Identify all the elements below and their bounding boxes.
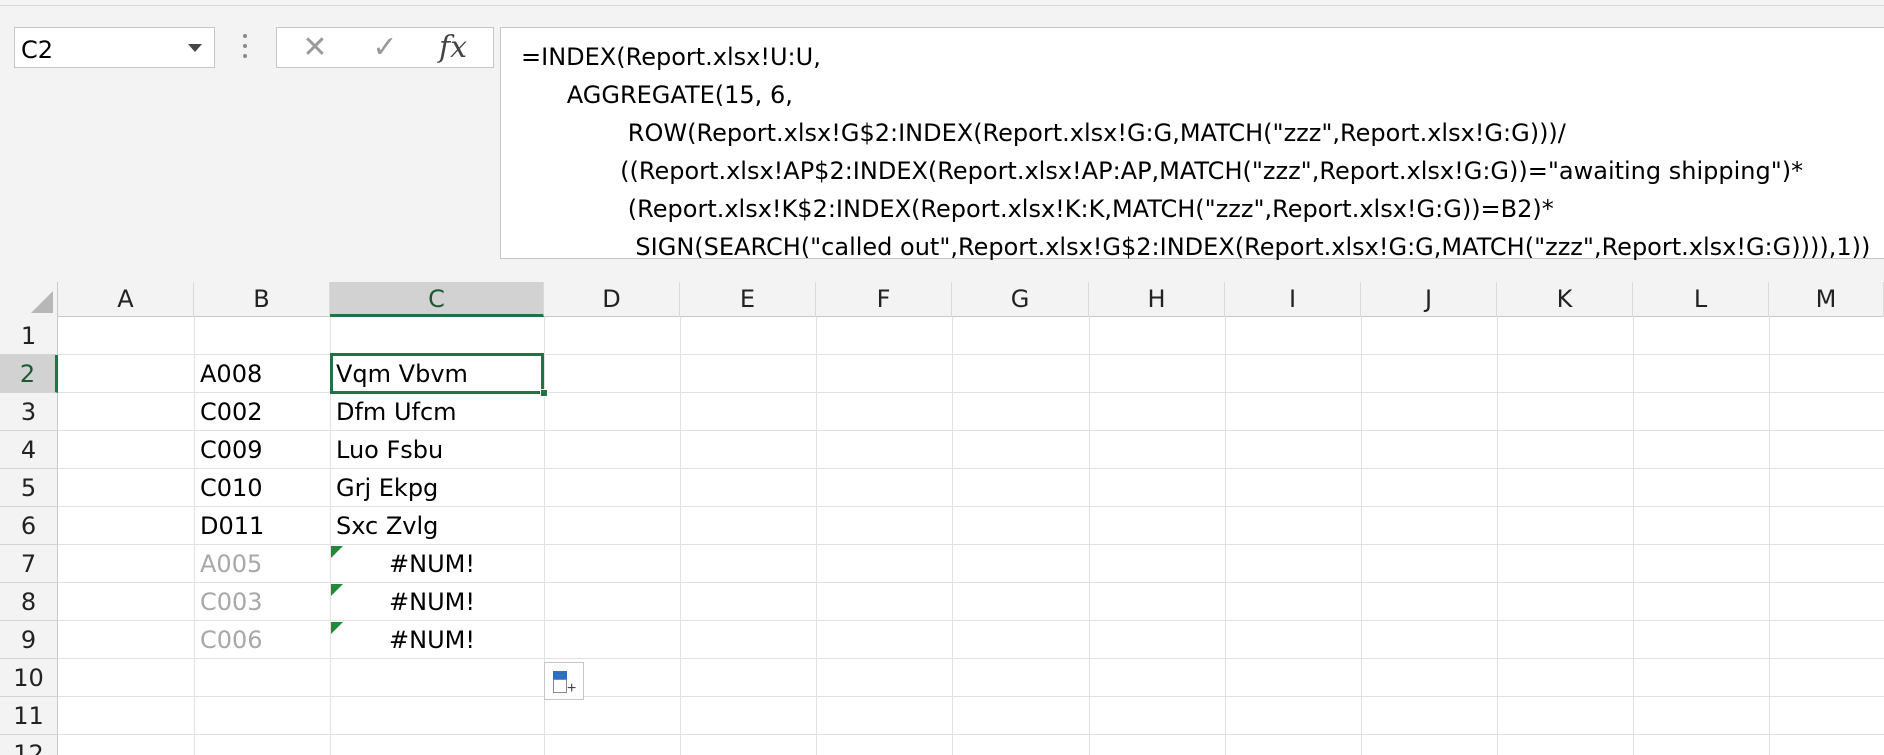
row-header-1[interactable]: 1 [0, 317, 58, 355]
grid-line [1497, 317, 1498, 755]
cell-c6[interactable]: Sxc Zvlg [336, 507, 544, 545]
formula-text: =INDEX(Report.xlsx!U:U, AGGREGATE(15, 6,… [521, 43, 1871, 261]
cell-b6[interactable]: D011 [200, 507, 330, 545]
row-header-2[interactable]: 2 [0, 355, 58, 393]
grid-line [1633, 317, 1634, 755]
grid-line [58, 734, 1884, 735]
cell-b2[interactable]: A008 [200, 355, 330, 393]
cell-c9[interactable]: #NUM! [330, 621, 534, 659]
formula-input[interactable]: =INDEX(Report.xlsx!U:U, AGGREGATE(15, 6,… [500, 27, 1884, 261]
column-header-j[interactable]: J [1361, 282, 1497, 317]
error-indicator-icon[interactable] [331, 622, 343, 634]
column-header-i[interactable]: I [1225, 282, 1361, 317]
cell-c8[interactable]: #NUM! [330, 583, 534, 621]
grid-line [58, 430, 1884, 431]
row-header-11[interactable]: 11 [0, 697, 58, 735]
cell-c5[interactable]: Grj Ekpg [336, 469, 544, 507]
column-header-c[interactable]: C [330, 282, 544, 317]
formula-buttons: ✕ ✓ fx [276, 27, 494, 68]
error-indicator-icon[interactable] [331, 546, 343, 558]
column-header-l[interactable]: L [1633, 282, 1769, 317]
column-header-h[interactable]: H [1089, 282, 1225, 317]
grid-line [1361, 317, 1362, 755]
cell-b4[interactable]: C009 [200, 431, 330, 469]
row-header-3[interactable]: 3 [0, 393, 58, 431]
column-header-e[interactable]: E [680, 282, 816, 317]
select-all-icon [31, 291, 53, 313]
cell-b7[interactable]: A005 [200, 545, 330, 583]
column-header-d[interactable]: D [544, 282, 680, 317]
enter-icon[interactable]: ✓ [355, 30, 415, 66]
grid-line [58, 696, 1884, 697]
grid-line [1089, 317, 1090, 755]
row-header-6[interactable]: 6 [0, 507, 58, 545]
row-header-12[interactable]: 12 [0, 735, 58, 755]
cell-c4[interactable]: Luo Fsbu [336, 431, 544, 469]
cell-b5[interactable]: C010 [200, 469, 330, 507]
chevron-down-icon[interactable] [188, 44, 202, 52]
column-header-f[interactable]: F [816, 282, 952, 317]
grid-line [58, 506, 1884, 507]
grid-line [680, 317, 681, 755]
cell-c7[interactable]: #NUM! [330, 545, 534, 583]
name-box-value: C2 [21, 36, 54, 64]
grid-line [1225, 317, 1226, 755]
quick-analysis-icon[interactable]: + [544, 662, 584, 700]
row-header-8[interactable]: 8 [0, 583, 58, 621]
cell-c3[interactable]: Dfm Ufcm [336, 393, 544, 431]
formula-bar-resize-handle[interactable] [240, 34, 250, 64]
grid-line [58, 468, 1884, 469]
select-all-button[interactable] [0, 282, 58, 317]
cancel-icon[interactable]: ✕ [285, 30, 345, 66]
grid-line [816, 317, 817, 755]
error-indicator-icon[interactable] [331, 584, 343, 596]
fill-handle[interactable] [540, 389, 548, 397]
spreadsheet-grid[interactable]: ABCDEFGHIJKLM 1 2 3 4 5 6 7 8 9 10 11 12 A008 Vqm Vb… [0, 282, 1884, 755]
grid-line [952, 317, 953, 755]
row-header-7[interactable]: 7 [0, 545, 58, 583]
column-header-m[interactable]: M [1769, 282, 1884, 317]
grid-line [1769, 317, 1770, 755]
column-header-a[interactable]: A [58, 282, 194, 317]
row-header-9[interactable]: 9 [0, 621, 58, 659]
name-box[interactable]: C2 [14, 27, 215, 68]
grid-line [194, 317, 195, 755]
column-header-b[interactable]: B [194, 282, 330, 317]
row-header-4[interactable]: 4 [0, 431, 58, 469]
column-header-k[interactable]: K [1497, 282, 1633, 317]
insert-function-icon[interactable]: fx [423, 30, 483, 66]
cell-b8[interactable]: C003 [200, 583, 330, 621]
row-header-5[interactable]: 5 [0, 469, 58, 507]
cell-b9[interactable]: C006 [200, 621, 330, 659]
row-header-10[interactable]: 10 [0, 659, 58, 697]
column-header-g[interactable]: G [952, 282, 1089, 317]
cell-b3[interactable]: C002 [200, 393, 330, 431]
active-cell-border [330, 353, 544, 394]
